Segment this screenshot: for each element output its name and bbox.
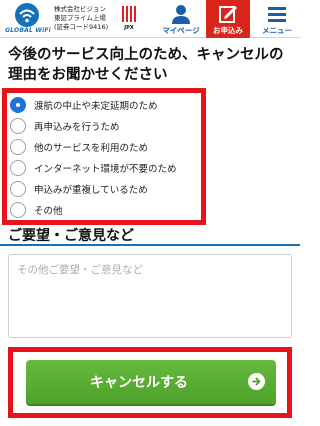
logo-text: GLOBAL WiFi — [5, 27, 51, 34]
comment-textarea[interactable] — [8, 254, 292, 338]
company-listing: 東証プライム上場 — [54, 14, 106, 22]
company-name: 株式会社ビジョン — [54, 5, 106, 13]
reason-label: 再申込みを行うため — [34, 122, 120, 133]
reason-option[interactable]: 再申込みを行うため — [10, 117, 206, 135]
radio-button[interactable] — [10, 202, 26, 218]
company-code: (証券コード9416) — [54, 23, 109, 31]
radio-button[interactable] — [10, 139, 26, 155]
radio-button[interactable] — [10, 160, 26, 176]
site-header: GLOBAL WiFi 株式会社ビジョン 東証プライム上場 (証券コード9416… — [0, 0, 300, 38]
radio-button[interactable] — [10, 97, 26, 113]
radio-button[interactable] — [10, 181, 26, 197]
cancel-button-highlight: キャンセルする — [8, 347, 292, 418]
nav-menu[interactable]: メニュー — [255, 0, 299, 38]
reason-label: インターネット環境が不要のため — [34, 164, 177, 175]
nav-mypage[interactable]: マイページ — [159, 0, 203, 38]
reason-option[interactable]: その他 — [10, 201, 206, 219]
nav-apply[interactable]: お申込み — [206, 0, 250, 38]
page-title: 今後のサービス向上のため、キャンセルの理由をお聞かせください — [8, 47, 284, 83]
comment-section-title: ご要望・ご意見など — [8, 228, 134, 244]
global-wifi-logo[interactable]: GLOBAL WiFi — [4, 3, 51, 36]
cancel-submit-button[interactable]: キャンセルする — [26, 360, 276, 404]
cancel-button-label: キャンセルする — [90, 374, 188, 390]
reason-option[interactable]: インターネット環境が不要のため — [10, 159, 206, 177]
reason-option[interactable]: 申込みが重複しているため — [10, 180, 206, 198]
section-divider — [0, 244, 300, 246]
nav-apply-label: お申込み — [213, 26, 243, 35]
company-info: 株式会社ビジョン 東証プライム上場 (証券コード9416) — [54, 5, 120, 32]
cancel-reason-group: 渡航の中止や未定延期のため 再申込みを行うため 他のサービスを利用のため インタ… — [2, 88, 206, 225]
nav-mypage-label: マイページ — [162, 26, 200, 35]
reason-label: 渡航の中止や未定延期のため — [34, 101, 158, 112]
jpx-label: JPX — [124, 25, 134, 31]
wifi-icon — [15, 3, 39, 27]
edit-form-icon — [219, 6, 237, 23]
reason-label: 申込みが重複しているため — [34, 185, 148, 196]
reason-option[interactable]: 渡航の中止や未定延期のため — [10, 96, 206, 114]
reason-label: その他 — [34, 206, 63, 217]
radio-button[interactable] — [10, 118, 26, 134]
nav-menu-label: メニュー — [262, 26, 292, 35]
reason-option[interactable]: 他のサービスを利用のため — [10, 138, 206, 156]
user-icon — [172, 5, 190, 24]
hamburger-menu-icon — [268, 7, 286, 22]
reason-label: 他のサービスを利用のため — [34, 143, 149, 154]
arrow-right-circle-icon — [248, 373, 265, 390]
